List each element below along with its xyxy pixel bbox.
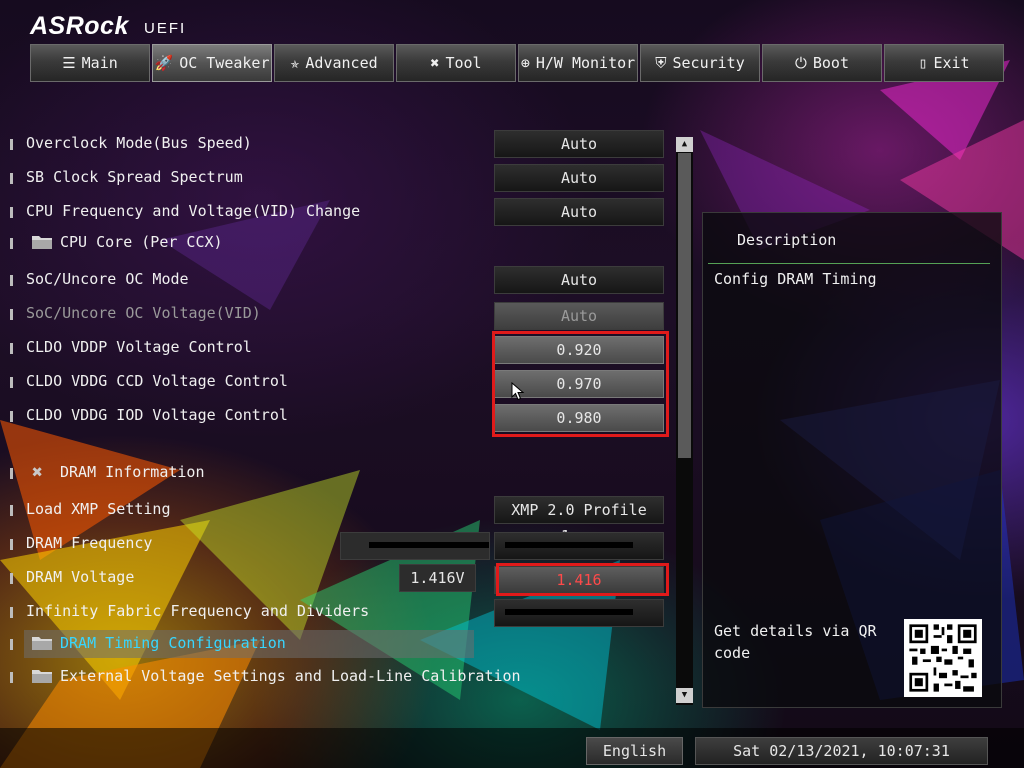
tab-label: Advanced [305, 54, 378, 72]
submenu-external-voltage[interactable]: External Voltage Settings and Load-Line … [10, 663, 680, 691]
mouse-cursor-icon [511, 382, 525, 401]
scroll-up-button[interactable]: ▲ [676, 137, 693, 152]
setting-label: SB Clock Spread Spectrum [26, 168, 243, 186]
tab-hw-monitor[interactable]: ⊕ H/W Monitor [518, 44, 638, 82]
setting-label: DRAM Frequency [26, 534, 153, 552]
row-bullet [10, 539, 13, 550]
tab-boot[interactable]: ⏻ Boot [762, 44, 882, 82]
submenu-dram-timing-configuration[interactable]: DRAM Timing Configuration [24, 630, 474, 658]
tab-label: Exit [933, 54, 970, 72]
tab-label: Security [672, 54, 745, 72]
redaction-bar [505, 542, 633, 548]
submenu-label: DRAM Information [60, 463, 205, 481]
submenu-label: External Voltage Settings and Load-Line … [60, 667, 521, 685]
row-bullet-holder [10, 630, 24, 658]
row-bullet [10, 207, 13, 218]
globe-icon: ⊕ [520, 54, 530, 72]
tab-security[interactable]: ⛨ Security [640, 44, 760, 82]
row-bullet [10, 573, 13, 584]
tab-label: OC Tweaker [179, 54, 270, 72]
tab-tool[interactable]: ✖ Tool [396, 44, 516, 82]
soc-oc-voltage-value: Auto [494, 302, 664, 330]
asrock-logo: ASRock [30, 12, 129, 40]
setting-label: CLDO VDDG IOD Voltage Control [26, 406, 288, 424]
load-xmp-value[interactable]: XMP 2.0 Profile 1... [494, 496, 664, 545]
exit-door-icon: ▯ [918, 54, 928, 72]
tab-oc-tweaker[interactable]: 🚀 OC Tweaker [152, 44, 272, 82]
dram-voltage-current: 1.416V [399, 564, 476, 592]
setting-label: Load XMP Setting [26, 500, 171, 518]
tab-label: Main [81, 54, 118, 72]
star-icon: ✯ [290, 54, 300, 72]
rocket-icon: 🚀 [154, 54, 174, 72]
dram-frequency-current-redacted [340, 532, 490, 560]
row-bullet [10, 139, 13, 150]
row-bullet [10, 411, 13, 422]
tools-icon: ✖ [32, 462, 43, 483]
row-bullet [10, 672, 13, 683]
setting-label: SoC/Uncore OC Mode [26, 270, 189, 288]
setting-label: CLDO VDDP Voltage Control [26, 338, 252, 356]
qr-hint-text: Get details via QR code [714, 622, 877, 662]
row-bullet [10, 238, 13, 249]
dram-frequency-value-redacted[interactable] [494, 532, 664, 560]
description-text: Config DRAM Timing [714, 270, 877, 288]
submenu-label: CPU Core (Per CCX) [60, 233, 223, 251]
row-bullet [10, 607, 13, 618]
description-divider [708, 263, 990, 264]
uefi-label: UEFI [144, 20, 187, 37]
dram-voltage-highlight-box [496, 563, 669, 596]
row-bullet [10, 505, 13, 516]
qr-code-icon [904, 619, 982, 697]
overclock-mode-value[interactable]: Auto [494, 130, 664, 158]
setting-label: DRAM Voltage [26, 568, 135, 586]
list-icon: ☰ [62, 54, 76, 72]
submenu-label: DRAM Timing Configuration [60, 634, 286, 652]
setting-label: Infinity Fabric Frequency and Dividers [26, 602, 370, 620]
setting-label: CPU Frequency and Voltage(VID) Change [26, 202, 361, 220]
row-bullet [10, 309, 13, 320]
redaction-bar [505, 609, 633, 615]
main-tab-bar: ☰ Main 🚀 OC Tweaker ✯ Advanced ✖ Tool ⊕ … [30, 44, 1004, 84]
tab-label: Tool [445, 54, 482, 72]
setting-label: SoC/Uncore OC Voltage(VID) [26, 304, 261, 322]
scroll-down-button[interactable]: ▼ [676, 688, 693, 703]
cpu-frequency-voltage-value[interactable]: Auto [494, 198, 664, 226]
submenu-cpu-core[interactable]: CPU Core (Per CCX) [10, 229, 680, 257]
folder-icon [32, 236, 52, 249]
language-button[interactable]: English [586, 737, 683, 765]
shield-icon: ⛨ [655, 54, 667, 72]
setting-label: Overclock Mode(Bus Speed) [26, 134, 252, 152]
date-time-display[interactable]: Sat 02/13/2021, 10:07:31 [695, 737, 988, 765]
infinity-fabric-value-redacted[interactable] [494, 599, 664, 627]
tab-label: Boot [812, 54, 849, 72]
row-bullet [10, 275, 13, 286]
tab-exit[interactable]: ▯ Exit [884, 44, 1004, 82]
row-bullet [10, 468, 13, 479]
submenu-dram-information[interactable]: ✖ DRAM Information [10, 459, 680, 487]
folder-icon [32, 670, 52, 683]
scrollbar-thumb[interactable] [678, 153, 691, 458]
row-bullet [10, 377, 13, 388]
row-bullet [10, 173, 13, 184]
tab-label: H/W Monitor [535, 54, 636, 72]
tools-icon: ✖ [430, 54, 440, 72]
description-title: Description [737, 231, 837, 249]
row-bullet [10, 343, 13, 354]
power-icon: ⏻ [795, 54, 807, 72]
folder-icon [32, 637, 52, 650]
row-bullet [10, 639, 13, 650]
soc-oc-mode-value[interactable]: Auto [494, 266, 664, 294]
tab-advanced[interactable]: ✯ Advanced [274, 44, 394, 82]
sb-clock-spread-value[interactable]: Auto [494, 164, 664, 192]
tab-main[interactable]: ☰ Main [30, 44, 150, 82]
setting-label: CLDO VDDG CCD Voltage Control [26, 372, 288, 390]
